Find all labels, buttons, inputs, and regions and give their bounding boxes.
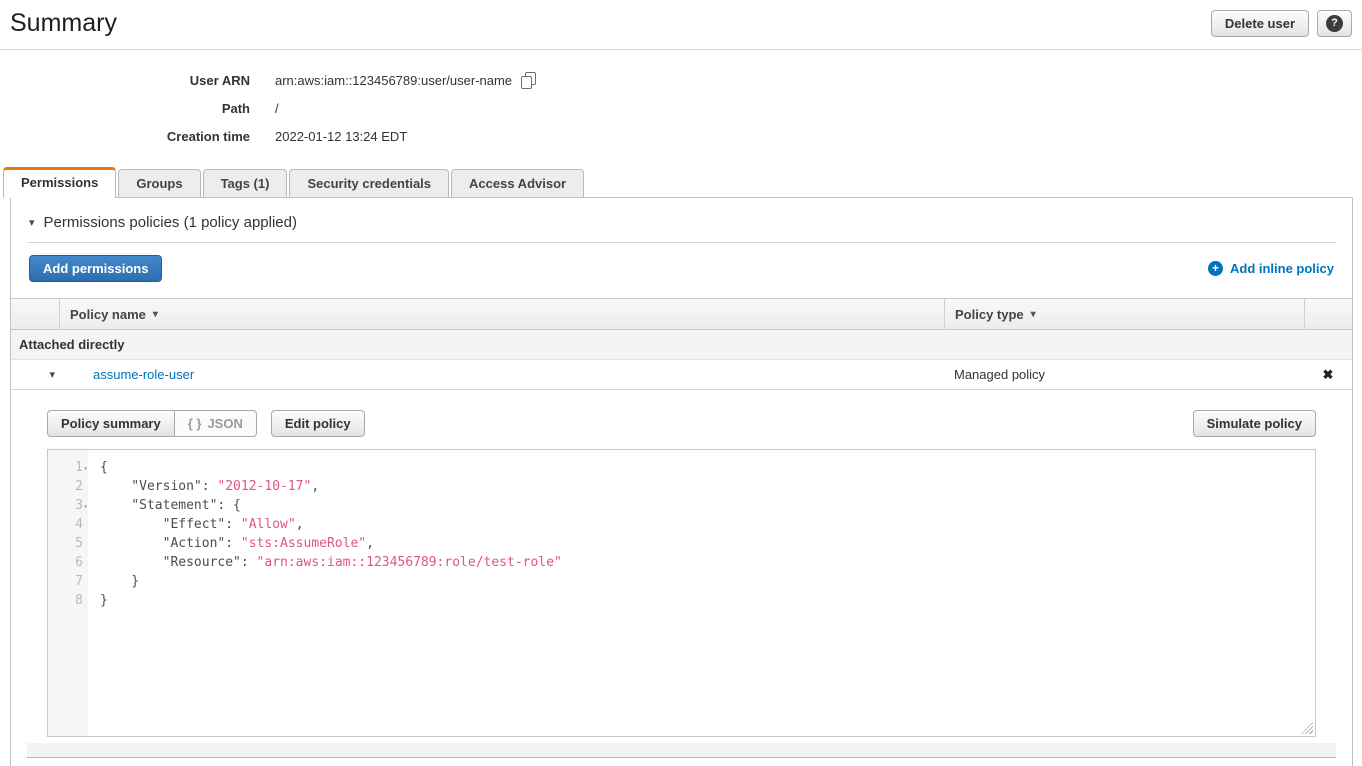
page-header: Summary Delete user ? bbox=[0, 0, 1362, 50]
path-value: / bbox=[275, 101, 279, 116]
simulate-policy-button[interactable]: Simulate policy bbox=[1193, 410, 1316, 437]
expand-column-header bbox=[11, 299, 59, 329]
line-number: 5 bbox=[48, 534, 83, 553]
info-row-path: Path / bbox=[0, 94, 1362, 122]
user-info: User ARN arn:aws:iam::123456789:user/use… bbox=[0, 66, 1362, 150]
code-line: { bbox=[100, 458, 1315, 477]
json-button-label: JSON bbox=[207, 416, 242, 431]
json-button[interactable]: { } JSON bbox=[175, 410, 257, 437]
policy-name-link[interactable]: assume-role-user bbox=[93, 367, 194, 382]
creation-time-label: Creation time bbox=[10, 129, 250, 144]
braces-icon: { } bbox=[188, 416, 202, 431]
sort-arrow-icon: ▾ bbox=[1031, 309, 1036, 320]
policy-name-column-header[interactable]: Policy name ▾ bbox=[59, 299, 944, 329]
gutter: 1▾23▾45678 bbox=[48, 450, 88, 736]
line-number: 6 bbox=[48, 553, 83, 572]
row-expand-toggle[interactable]: ▾ bbox=[11, 368, 59, 381]
attached-directly-group-row: Attached directly bbox=[11, 330, 1352, 360]
plus-icon: + bbox=[1208, 261, 1223, 276]
line-number: 8 bbox=[48, 591, 83, 610]
user-arn-label: User ARN bbox=[10, 73, 250, 88]
policy-view-buttons: Policy summary { } JSON Edit policy bbox=[47, 410, 365, 437]
permissions-tab-panel: ▾ Permissions policies (1 policy applied… bbox=[10, 198, 1353, 766]
table-footer-strip bbox=[27, 743, 1336, 758]
code-lines: { "Version": "2012-10-17", "Statement": … bbox=[88, 450, 1315, 736]
json-policy-editor[interactable]: 1▾23▾45678 { "Version": "2012-10-17", "S… bbox=[47, 449, 1316, 737]
line-number: 1▾ bbox=[48, 458, 83, 477]
tab-tags[interactable]: Tags (1) bbox=[203, 169, 288, 197]
delete-user-button[interactable]: Delete user bbox=[1211, 10, 1309, 37]
fold-arrow-icon[interactable]: ▾ bbox=[83, 459, 88, 478]
line-number: 2 bbox=[48, 477, 83, 496]
help-button[interactable]: ? bbox=[1317, 10, 1352, 37]
expanded-policy-detail: Policy summary { } JSON Edit policy Simu… bbox=[11, 390, 1352, 743]
policy-name-header-label: Policy name bbox=[70, 307, 146, 322]
tab-security-credentials[interactable]: Security credentials bbox=[289, 169, 449, 197]
creation-time-value: 2022-01-12 13:24 EDT bbox=[275, 129, 407, 144]
fold-arrow-icon[interactable]: ▾ bbox=[83, 497, 88, 516]
help-icon: ? bbox=[1326, 15, 1343, 32]
line-number: 4 bbox=[48, 515, 83, 534]
tab-access-advisor[interactable]: Access Advisor bbox=[451, 169, 584, 197]
permissions-policies-section-toggle[interactable]: ▾ Permissions policies (1 policy applied… bbox=[11, 198, 1352, 242]
sort-arrow-icon: ▾ bbox=[153, 309, 158, 320]
policy-type-column-header[interactable]: Policy type ▾ bbox=[944, 299, 1304, 329]
code-line: "Version": "2012-10-17", bbox=[100, 477, 1315, 496]
edit-policy-button[interactable]: Edit policy bbox=[271, 410, 365, 437]
add-inline-policy-link[interactable]: + Add inline policy bbox=[1208, 261, 1334, 276]
actions-column-header bbox=[1304, 299, 1352, 329]
page-title: Summary bbox=[10, 9, 117, 38]
user-arn-text: arn:aws:iam::123456789:user/user-name bbox=[275, 73, 512, 88]
permissions-toolbar: Add permissions + Add inline policy bbox=[11, 243, 1352, 298]
info-row-created: Creation time 2022-01-12 13:24 EDT bbox=[0, 122, 1362, 150]
info-row-arn: User ARN arn:aws:iam::123456789:user/use… bbox=[0, 66, 1362, 94]
policy-remove-cell: ✖ bbox=[1304, 367, 1352, 383]
tab-groups[interactable]: Groups bbox=[118, 169, 200, 197]
user-arn-value: arn:aws:iam::123456789:user/user-name bbox=[275, 72, 535, 88]
code-line: } bbox=[100, 591, 1315, 610]
copy-icon[interactable] bbox=[521, 72, 535, 88]
code-line: "Action": "sts:AssumeRole", bbox=[100, 534, 1315, 553]
policy-type-cell: Managed policy bbox=[944, 367, 1304, 382]
permissions-policies-title: Permissions policies (1 policy applied) bbox=[44, 214, 297, 231]
policy-table-header: Policy name ▾ Policy type ▾ bbox=[11, 298, 1352, 330]
policy-summary-button[interactable]: Policy summary bbox=[47, 410, 175, 437]
code-line: "Effect": "Allow", bbox=[100, 515, 1315, 534]
policy-type-header-label: Policy type bbox=[955, 307, 1024, 322]
remove-policy-icon[interactable]: ✖ bbox=[1323, 367, 1334, 383]
add-permissions-button[interactable]: Add permissions bbox=[29, 255, 162, 282]
policy-name-cell: assume-role-user bbox=[59, 367, 944, 382]
table-row: ▾ assume-role-user Managed policy ✖ bbox=[11, 360, 1352, 390]
collapse-arrow-icon: ▾ bbox=[29, 216, 35, 229]
tab-bar: Permissions Groups Tags (1) Security cre… bbox=[3, 167, 1353, 198]
header-actions: Delete user ? bbox=[1211, 10, 1352, 37]
code-line: } bbox=[100, 572, 1315, 591]
expand-arrow-icon: ▾ bbox=[49, 368, 55, 381]
code-line: "Statement": { bbox=[100, 496, 1315, 515]
tab-permissions[interactable]: Permissions bbox=[3, 167, 116, 198]
code-line: "Resource": "arn:aws:iam::123456789:role… bbox=[100, 553, 1315, 572]
line-number: 7 bbox=[48, 572, 83, 591]
policy-view-button-group: Policy summary { } JSON bbox=[47, 410, 257, 437]
policy-detail-toolbar: Policy summary { } JSON Edit policy Simu… bbox=[47, 410, 1316, 437]
path-label: Path bbox=[10, 101, 250, 116]
add-inline-policy-label: Add inline policy bbox=[1230, 261, 1334, 276]
group-row-label: Attached directly bbox=[19, 337, 124, 352]
line-number: 3▾ bbox=[48, 496, 83, 515]
